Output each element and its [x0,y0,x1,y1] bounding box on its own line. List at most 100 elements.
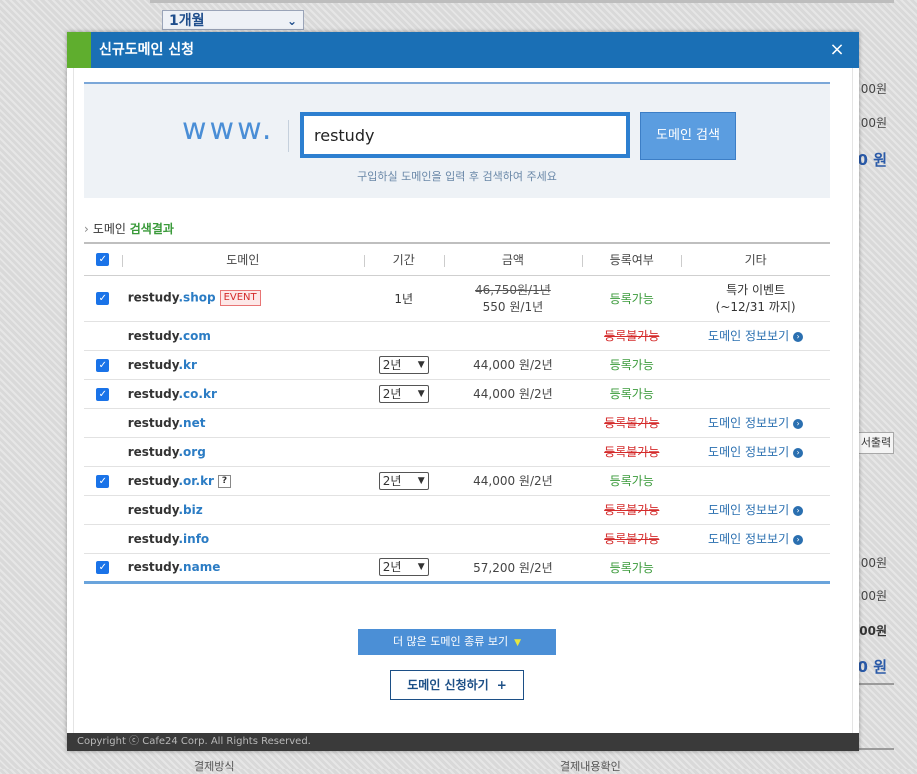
select-all-checkbox[interactable]: ✓ [84,243,122,275]
status-unavailable: 등록불가능 [604,532,660,546]
price-value: 44,000 원/2년 [473,387,553,401]
status-unavailable: 등록불가능 [604,329,660,343]
domain-name: restudy.kr [127,357,197,372]
table-row: restudy.net 등록불가능 도메인 정보보기 › [84,408,830,437]
domain-search-input[interactable] [300,112,630,158]
column-header-period: 기간 [363,243,444,275]
event-note: 특가 이벤트 (~12/31 까지) [715,283,796,314]
price-value: 46,750원/1년 550 원/1년 [475,283,551,314]
domain-info-link[interactable]: 도메인 정보보기 › [681,495,830,524]
table-row: ✓ restudy.shop EVENT 1년 46,750원/1년 550 원/1… [84,275,830,321]
status-available: 등록가능 [609,291,654,306]
status-available: 등록가능 [609,387,654,401]
background-price-total: 0 원 [857,151,887,169]
chevron-down-icon: ▼ [417,562,425,572]
price-value: 44,000 원/2년 [473,358,553,372]
modal-footer: Copyright ⓒ Cafe24 Corp. All Rights Rese… [67,733,859,751]
column-header-etc: 기타 [681,243,830,275]
divider [288,120,289,152]
table-row: restudy.com 등록불가능 도메인 정보보기 › [84,321,830,350]
column-header-status: 등록여부 [582,243,681,275]
column-header-domain: 도메인 [121,243,364,275]
close-icon[interactable]: × [827,40,847,60]
price-value: 57,200 원/2년 [473,560,553,575]
chevron-down-icon: ▼ [417,475,425,486]
table-row: ✓ restudy.kr 2년 ▼ 44,000 원/2년 등록가능 [84,350,830,379]
domain-name: restudy.biz [127,502,203,517]
period-select[interactable]: 2년 ▼ [378,384,429,403]
row-checkbox[interactable]: ✓ [84,350,122,379]
row-checkbox[interactable]: ✓ [84,466,122,495]
row-checkbox[interactable]: ✓ [84,553,122,582]
chevron-down-icon: ⌄ [286,14,297,28]
domain-name: restudy.name [127,560,221,574]
row-checkbox[interactable]: ✓ [84,379,122,408]
domain-search-button[interactable]: 도메인 검색 [640,112,736,160]
status-available: 등록가능 [609,560,654,575]
table-row: ✓ restudy.name 2년 ▼ 57,200 원/2년 등록가능 [84,553,830,582]
modal-title: 신규도메인 신청 [99,42,195,58]
search-hint: 구입하실 도메인을 입력 후 검색하여 주세요 [357,170,557,183]
background-price: 00원 [860,556,887,570]
domain-info-link[interactable]: 도메인 정보보기 › [681,524,830,553]
row-checkbox[interactable]: ✓ [84,275,122,321]
more-domains-button[interactable]: 더 많은 도메인 종류 보기 ▼ [358,629,556,655]
arrow-right-icon: › [793,331,804,342]
period-select[interactable]: 2년 ▼ [378,355,429,374]
domain-info-link[interactable]: 도메인 정보보기 › [681,408,830,437]
arrow-right-icon: › [793,534,804,545]
period-select[interactable]: 2년 ▼ [378,471,429,490]
results-heading: › 도메인 검색결과 [84,222,174,236]
background-price-total: 0 원 [857,658,887,676]
background-price: 00원 [859,624,887,638]
triangle-down-icon: ▼ [514,638,522,648]
status-unavailable: 등록불가능 [604,445,660,459]
domain-name: restudy.or.kr? [122,466,364,495]
domain-info-link[interactable]: 도메인 정보보기 › [681,437,830,466]
background-divider [150,0,894,3]
arrow-right-icon: › [793,447,804,458]
status-unavailable: 등록불가능 [604,416,660,430]
background-price: 00원 [860,82,887,96]
domain-name: restudy.co.kr [127,386,217,401]
chevron-down-icon: ▼ [417,388,425,399]
search-panel: www. 도메인 검색 구입하실 도메인을 입력 후 검색하여 주세요 [84,82,830,198]
background-divider [858,683,894,685]
column-header-price: 금액 [443,243,583,275]
results-table: ✓ 도메인 기간 금액 등록여부 기타 ✓ restudy.shop EVENT … [84,242,830,584]
plus-icon: + [496,678,507,692]
background-footer-label: 결제방식 [194,760,235,773]
event-badge: EVENT [219,290,261,306]
modal-body: www. 도메인 검색 구입하실 도메인을 입력 후 검색하여 주세요 ›도메인… [73,68,853,734]
background-period-select[interactable]: 1개월 ⌄ [162,10,304,30]
domain-name: restudy.shop EVENT [122,275,364,321]
status-available: 등록가능 [609,358,654,372]
period-value: 1년 [394,291,414,306]
domain-name: restudy.info [127,531,210,546]
table-row: restudy.info 등록불가능 도메인 정보보기 › [84,524,830,553]
arrow-right-icon: › [793,418,804,429]
background-divider [858,748,894,750]
table-row: ✓ restudy.co.kr 2년 ▼ 44,000 원/2년 등록가능 [84,379,830,408]
table-row: restudy.org 등록불가능 도메인 정보보기 › [84,437,830,466]
domain-name: restudy.org [127,444,206,459]
domain-info-link[interactable]: 도메인 정보보기 › [681,321,830,350]
header-accent [67,32,91,68]
www-prefix: www. [182,112,275,147]
help-icon[interactable]: ? [217,474,231,488]
chevron-down-icon: ▼ [417,359,425,370]
period-select[interactable]: 2년 ▼ [378,558,429,576]
domain-request-modal: 신규도메인 신청 × www. 도메인 검색 구입하실 도메인을 입력 후 검색… [67,32,859,751]
chevron-right-icon: › [84,222,89,236]
status-available: 등록가능 [609,474,654,488]
background-footer-label: 결제내용확인 [560,760,621,773]
status-unavailable: 등록불가능 [604,503,660,517]
table-row: restudy.biz 등록불가능 도메인 정보보기 › [84,495,830,524]
table-header-row: ✓ 도메인 기간 금액 등록여부 기타 [84,243,830,275]
arrow-right-icon: › [793,505,804,516]
background-print-button[interactable]: 서출력 [858,432,894,454]
price-value: 44,000 원/2년 [473,474,553,488]
background-price: 00원 [860,589,887,603]
apply-domain-button[interactable]: 도메인 신청하기 + [390,670,524,700]
domain-name: restudy.com [127,328,211,343]
